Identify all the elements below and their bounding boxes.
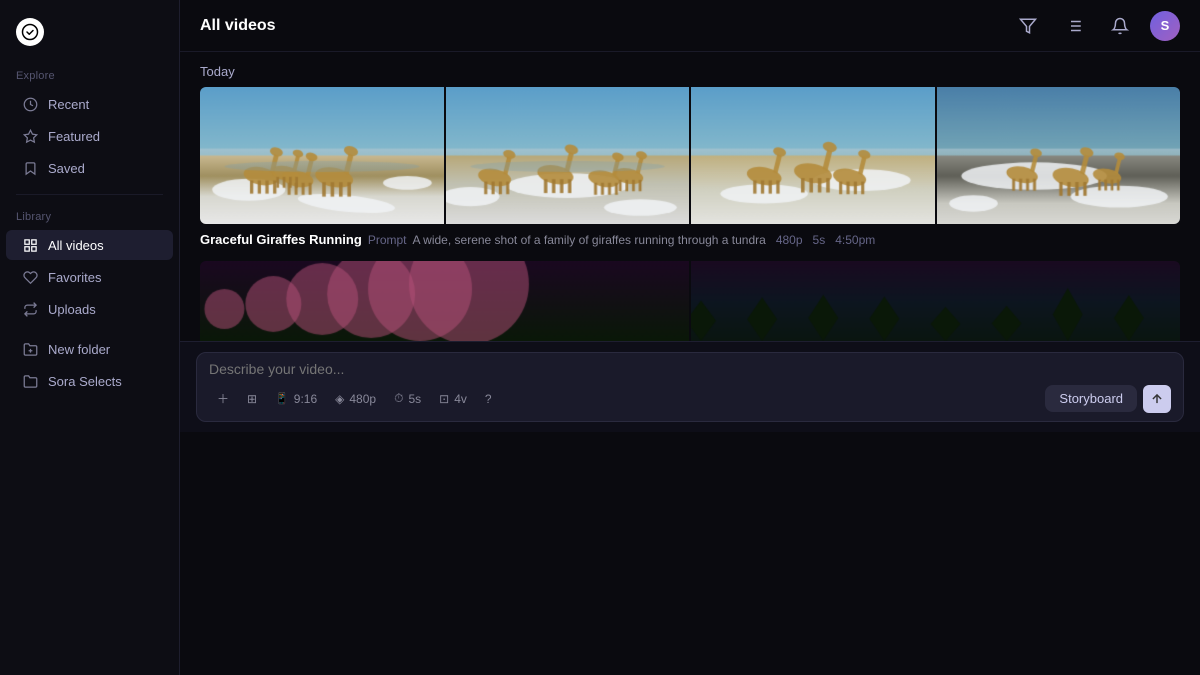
add-button[interactable]: ＋	[209, 386, 237, 411]
resolution-button[interactable]: ◈ 480p	[327, 388, 384, 410]
star-icon	[22, 128, 38, 144]
views-icon: ⊡	[439, 392, 449, 406]
duration-button[interactable]: ⏱ 5s	[386, 387, 429, 410]
page-title: All videos	[200, 17, 276, 35]
user-avatar[interactable]: S	[1150, 11, 1180, 41]
sidebar-item-featured[interactable]: Featured	[6, 121, 173, 151]
heart-icon	[22, 269, 38, 285]
video-canvas-2	[446, 87, 690, 224]
bookmark-icon	[22, 160, 38, 176]
folder-plus-icon	[22, 341, 38, 357]
video-canvas-3	[691, 87, 935, 224]
video-canvas2-1	[200, 261, 689, 341]
video-canvas2-2	[691, 261, 1180, 341]
video-thumb2-1[interactable]	[200, 261, 689, 341]
help-icon: ?	[485, 392, 492, 406]
text-icon: ⊞	[247, 392, 257, 406]
logo-icon	[16, 18, 44, 46]
aspect-ratio-value: 9:16	[294, 392, 317, 406]
clock-small-icon: ⏱	[394, 391, 403, 406]
filter-button[interactable]	[1012, 10, 1044, 42]
duration-tag: 5s	[813, 233, 826, 247]
app-logo[interactable]	[0, 12, 179, 64]
upload-icon	[22, 301, 38, 317]
video-thumb2-2[interactable]	[691, 261, 1180, 341]
submit-button[interactable]	[1143, 385, 1171, 413]
main-content: All videos S Today	[180, 0, 1200, 675]
prompt-label: Prompt	[368, 233, 407, 247]
notifications-button[interactable]	[1104, 10, 1136, 42]
library-section-label: Library	[0, 205, 179, 229]
sidebar-item-sora-selects[interactable]: Sora Selects	[6, 366, 173, 396]
prompt-input-container: ＋ ⊞ 📱 9:16 ◈ 480p ⏱ 5s	[196, 352, 1184, 422]
storyboard-label: Storyboard	[1059, 391, 1123, 406]
grid-icon	[22, 237, 38, 253]
sidebar: Explore Recent Featured Saved Library Al…	[0, 0, 180, 675]
aspect-ratio-button[interactable]: 📱 9:16	[267, 388, 325, 410]
prompt-input[interactable]	[209, 361, 1171, 377]
duration-value: 5s	[408, 392, 421, 406]
header: All videos S	[180, 0, 1200, 52]
text-tool-button[interactable]: ⊞	[239, 388, 265, 410]
time-tag: 4:50pm	[835, 233, 875, 247]
sidebar-item-all-videos[interactable]: All videos	[6, 230, 173, 260]
plus-icon: ＋	[217, 390, 229, 407]
content-area: Today Graceful Giraffes Running Prompt A…	[180, 52, 1200, 675]
video-title: Graceful Giraffes Running	[200, 232, 362, 247]
video-thumb-1[interactable]	[200, 87, 444, 224]
help-button[interactable]: ?	[477, 388, 500, 410]
resolution-icon: ◈	[335, 392, 344, 406]
sidebar-item-saved[interactable]: Saved	[6, 153, 173, 183]
explore-section-label: Explore	[0, 64, 179, 88]
sidebar-item-uploads[interactable]: Uploads	[6, 294, 173, 324]
folder-icon	[22, 373, 38, 389]
clock-icon	[22, 96, 38, 112]
views-button[interactable]: ⊡ 4v	[431, 388, 475, 410]
prompt-text: A wide, serene shot of a family of giraf…	[413, 233, 766, 247]
prompt-tools: ＋ ⊞ 📱 9:16 ◈ 480p ⏱ 5s	[209, 385, 1171, 413]
video-canvas-1	[200, 87, 444, 224]
sidebar-divider	[16, 194, 163, 195]
video-thumb-4[interactable]	[937, 87, 1181, 224]
date-label: Today	[180, 52, 1200, 87]
phone-icon: 📱	[275, 392, 289, 405]
prompt-bar: ＋ ⊞ 📱 9:16 ◈ 480p ⏱ 5s	[180, 341, 1200, 432]
storyboard-button[interactable]: Storyboard	[1045, 385, 1137, 412]
sidebar-item-favorites[interactable]: Favorites	[6, 262, 173, 292]
video-thumb-2[interactable]	[446, 87, 690, 224]
layout-button[interactable]	[1058, 10, 1090, 42]
video-row2	[200, 261, 1180, 341]
sidebar-item-new-folder[interactable]: New folder	[6, 334, 173, 364]
resolution-tag: 480p	[776, 233, 803, 247]
sidebar-item-recent[interactable]: Recent	[6, 89, 173, 119]
video-thumb-3[interactable]	[691, 87, 935, 224]
video-metadata: Graceful Giraffes Running Prompt A wide,…	[200, 224, 1180, 261]
header-actions: S	[1012, 10, 1180, 42]
video-canvas-4	[937, 87, 1181, 224]
resolution-value: 480p	[349, 392, 376, 406]
video-grid	[200, 87, 1180, 224]
views-value: 4v	[454, 392, 467, 406]
